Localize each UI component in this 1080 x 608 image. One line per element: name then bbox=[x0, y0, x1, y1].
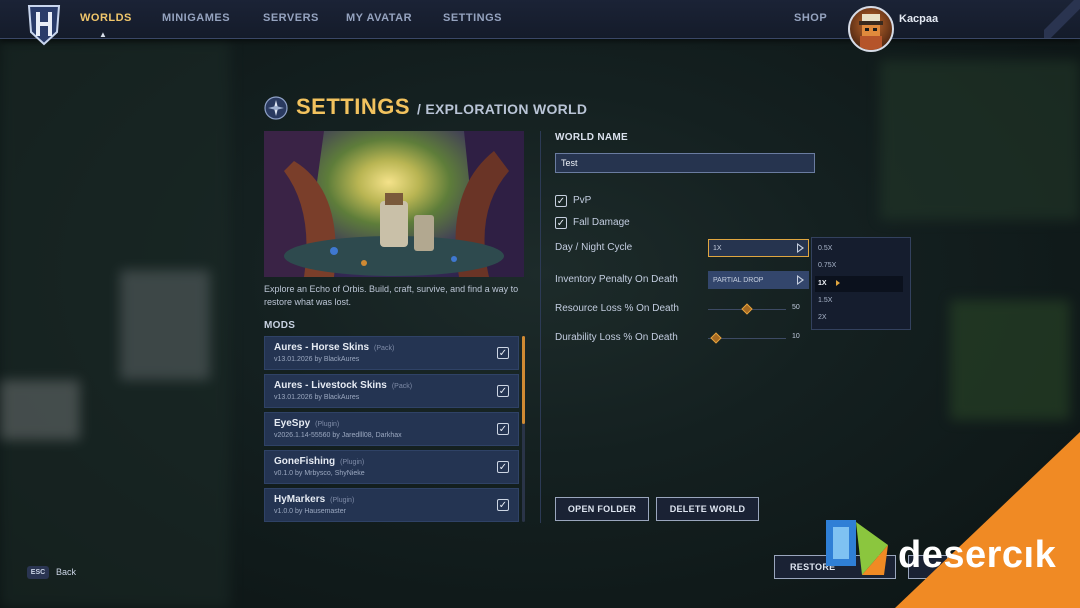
mods-scrollbar-thumb[interactable] bbox=[522, 336, 525, 424]
world-preview-illustration bbox=[264, 131, 524, 277]
mod-type: (Pack) bbox=[374, 345, 395, 352]
mod-title: Aures - Horse Skins bbox=[274, 342, 370, 353]
mod-version: v13.01.2026 by BlackAures bbox=[274, 394, 360, 401]
mod-version: v13.01.2026 by BlackAures bbox=[274, 356, 360, 363]
day-night-value: 1X bbox=[713, 245, 722, 252]
nav-minigames[interactable]: MINIGAMES bbox=[162, 12, 230, 24]
dropdown-option[interactable]: 0.5X bbox=[818, 245, 832, 252]
nav-settings[interactable]: SETTINGS bbox=[443, 12, 502, 24]
mod-title: GoneFishing bbox=[274, 456, 336, 467]
active-tab-caret-icon: ▲ bbox=[99, 30, 107, 39]
background-scene-block bbox=[0, 380, 80, 440]
mod-name: GoneFishing (Plugin) bbox=[274, 456, 364, 467]
durability-loss-label: Durability Loss % On Death bbox=[555, 332, 678, 343]
list-item[interactable]: Aures - Livestock Skins (Pack) v13.01.202… bbox=[264, 374, 519, 408]
dropdown-option-selected[interactable]: 1X bbox=[818, 280, 827, 287]
mod-enabled-checkbox[interactable]: ✓ bbox=[497, 385, 509, 397]
resource-loss-slider-handle[interactable] bbox=[741, 303, 753, 315]
day-night-select[interactable]: 1X bbox=[708, 239, 809, 257]
avatar-character-icon bbox=[859, 14, 883, 50]
page-subtitle: / EXPLORATION WORLD bbox=[417, 101, 588, 117]
inventory-penalty-select[interactable]: PARTIAL DROP bbox=[708, 271, 809, 289]
nav-worlds[interactable]: WORLDS bbox=[80, 12, 132, 24]
background-scene-block bbox=[950, 300, 1070, 420]
mod-name: Aures - Horse Skins (Pack) bbox=[274, 342, 394, 353]
pvp-label: PvP bbox=[573, 195, 592, 206]
background-scene-block bbox=[880, 60, 1080, 220]
list-item[interactable]: EyeSpy (Plugin) v2026.1.14-55560 by Jared… bbox=[264, 412, 519, 446]
mod-type: (Plugin) bbox=[340, 459, 365, 466]
mod-type: (Pack) bbox=[391, 383, 413, 390]
mods-section-label: MODS bbox=[264, 320, 296, 331]
fall-damage-checkbox[interactable]: ✓ bbox=[555, 217, 567, 229]
mod-enabled-checkbox[interactable]: ✓ bbox=[497, 347, 509, 359]
open-folder-button[interactable]: OPEN FOLDER bbox=[555, 497, 649, 521]
mod-name: EyeSpy (Plugin) bbox=[274, 418, 339, 429]
resource-loss-label: Resource Loss % On Death bbox=[555, 303, 679, 314]
nav-servers[interactable]: SERVERS bbox=[263, 12, 319, 24]
mod-version: v1.0.0 by Hausemaster bbox=[274, 508, 346, 515]
panel-divider bbox=[540, 131, 541, 523]
resource-loss-value: 50 bbox=[792, 304, 800, 311]
page-title: SETTINGS bbox=[296, 94, 411, 119]
back-button[interactable]: Back bbox=[56, 567, 76, 577]
mod-enabled-checkbox[interactable]: ✓ bbox=[497, 423, 509, 435]
settings-compass-icon bbox=[264, 96, 288, 120]
avatar[interactable] bbox=[848, 6, 894, 52]
dropdown-option[interactable]: 2X bbox=[818, 314, 827, 321]
list-item[interactable]: Aures - Horse Skins (Pack) v13.01.2026 by… bbox=[264, 336, 519, 370]
watermark-text: desercık bbox=[898, 534, 1057, 576]
topbar-corner-decoration bbox=[1044, 0, 1080, 38]
mod-type: (Plugin) bbox=[330, 497, 355, 504]
nav-my-avatar[interactable]: MY AVATAR bbox=[346, 12, 412, 24]
mod-title: EyeSpy bbox=[274, 418, 311, 429]
nav-shop[interactable]: SHOP bbox=[794, 12, 827, 24]
mod-version: v2026.1.14-55560 by Jaredlll08, Darkhax bbox=[274, 432, 402, 439]
hytale-logo-icon[interactable] bbox=[26, 4, 62, 46]
world-description: Explore an Echo of Orbis. Build, craft, … bbox=[264, 284, 519, 307]
play-arrow-icon bbox=[797, 275, 804, 285]
mod-type: (Plugin) bbox=[315, 421, 340, 428]
mod-title: HyMarkers bbox=[274, 494, 326, 505]
fall-damage-label: Fall Damage bbox=[573, 217, 630, 228]
mod-name: HyMarkers (Plugin) bbox=[274, 494, 354, 505]
world-name-label: WORLD NAME bbox=[555, 132, 628, 143]
durability-loss-slider-handle[interactable] bbox=[710, 332, 722, 344]
mod-title: Aures - Livestock Skins bbox=[274, 380, 387, 391]
esc-key-icon: ESC bbox=[27, 566, 49, 579]
delete-world-button[interactable]: DELETE WORLD bbox=[656, 497, 759, 521]
list-item[interactable]: GoneFishing (Plugin) v0.1.0 by Mrbysco, S… bbox=[264, 450, 519, 484]
mod-enabled-checkbox[interactable]: ✓ bbox=[497, 499, 509, 511]
dropdown-option[interactable]: 0.75X bbox=[818, 262, 836, 269]
inventory-penalty-value: PARTIAL DROP bbox=[713, 277, 764, 284]
mod-version: v0.1.0 by Mrbysco, ShyNieke bbox=[274, 470, 365, 477]
dropdown-selected-highlight bbox=[815, 276, 903, 292]
mod-enabled-checkbox[interactable]: ✓ bbox=[497, 461, 509, 473]
play-arrow-icon bbox=[797, 243, 804, 253]
cursor-icon bbox=[836, 280, 840, 286]
restore-button[interactable]: RESTORE bbox=[774, 555, 896, 579]
day-night-label: Day / Night Cycle bbox=[555, 242, 633, 253]
pvp-checkbox[interactable]: ✓ bbox=[555, 195, 567, 207]
world-preview-image bbox=[264, 131, 524, 277]
username[interactable]: Kacpaa bbox=[899, 13, 938, 25]
inventory-penalty-label: Inventory Penalty On Death bbox=[555, 274, 678, 285]
mod-name: Aures - Livestock Skins (Pack) bbox=[274, 380, 412, 391]
day-night-dropdown[interactable]: 0.5X 0.75X 1X 1.5X 2X bbox=[811, 237, 911, 330]
background-scene-block bbox=[120, 270, 210, 380]
dropdown-option[interactable]: 1.5X bbox=[818, 297, 832, 304]
list-item[interactable]: HyMarkers (Plugin) v1.0.0 by Hausemaster … bbox=[264, 488, 519, 522]
durability-loss-value: 10 bbox=[792, 333, 800, 340]
world-name-input[interactable] bbox=[555, 153, 815, 173]
